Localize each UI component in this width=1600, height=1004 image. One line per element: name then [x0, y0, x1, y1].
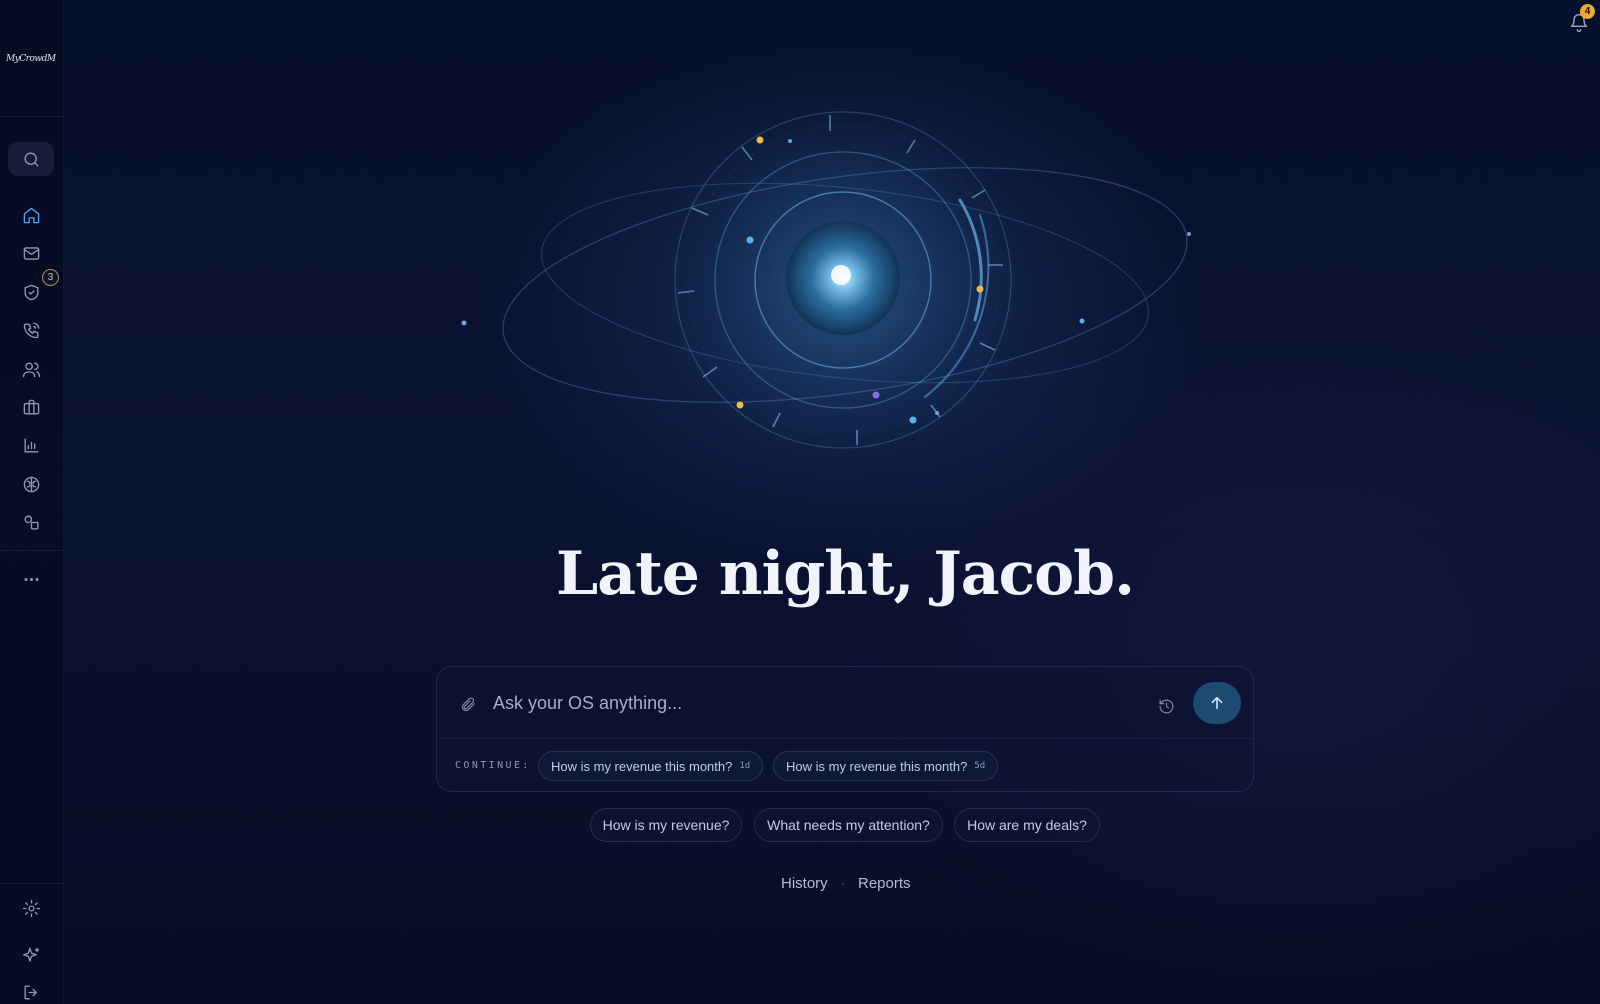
suggestion-revenue[interactable]: How is my revenue? [590, 808, 742, 842]
history-link[interactable]: History [781, 875, 828, 892]
orbit-dot [1187, 232, 1191, 236]
orbit-dot [736, 401, 744, 409]
reports-link[interactable]: Reports [858, 875, 911, 892]
greeting-heading: Late night, Jacob. [556, 539, 1135, 609]
recent-query-text: How is my revenue this month? [551, 758, 733, 774]
brain-icon [23, 476, 39, 492]
orbit-dot [909, 416, 917, 424]
attach-button[interactable] [457, 693, 479, 715]
arrow-up-icon [1211, 696, 1223, 710]
shield-check-icon [23, 284, 39, 300]
footer-separator: · [841, 876, 846, 891]
recent-query-age: 5d [974, 761, 986, 771]
sidebar-item-deals[interactable] [8, 390, 54, 424]
prompt-input[interactable] [493, 687, 1053, 719]
orbit-dot [872, 391, 880, 399]
orbit-dot [788, 139, 792, 143]
history-button[interactable] [1155, 695, 1177, 717]
send-button[interactable] [1193, 682, 1241, 724]
orbit-dot [756, 136, 764, 144]
home-icon [23, 207, 39, 223]
suggestion-deals[interactable]: How are my deals? [954, 808, 1100, 842]
approvals-badge: 3 [42, 269, 59, 286]
sidebar-item-calls[interactable] [8, 313, 54, 347]
sparkles-icon [22, 947, 39, 962]
recent-query-chip[interactable]: How is my revenue this month? 5d [773, 751, 999, 781]
orbit-dot [746, 236, 754, 244]
sidebar-item-contacts[interactable] [8, 352, 54, 386]
sidebar-item-approvals[interactable]: 3 [8, 269, 59, 309]
orb-illustration [461, 95, 1191, 473]
orbit-dot [1079, 318, 1085, 324]
sidebar: MyCrowdMoni 3 [0, 0, 64, 1004]
search-icon [23, 151, 39, 167]
recent-query-age: 1d [739, 761, 751, 771]
briefcase-icon [23, 399, 39, 415]
notification-count-badge: 4 [1580, 4, 1595, 19]
sidebar-divider [0, 550, 64, 551]
continue-label: CONTINUE: [455, 760, 531, 771]
prompt-card: CONTINUE: How is my revenue this month? … [436, 666, 1254, 792]
orbit-dot [461, 320, 467, 326]
notifications-button[interactable]: 4 [1566, 4, 1595, 36]
sidebar-item-logout[interactable] [8, 975, 54, 1004]
sidebar-item-workflows[interactable] [8, 505, 54, 539]
prompt-input-row [437, 667, 1253, 739]
sidebar-item-analytics[interactable] [8, 428, 54, 462]
recent-query-chip[interactable]: How is my revenue this month? 1d [538, 751, 764, 781]
sidebar-item-search[interactable] [8, 142, 54, 176]
suggestion-attention[interactable]: What needs my attention? [754, 808, 943, 842]
sidebar-divider [0, 116, 64, 117]
paperclip-icon [461, 697, 475, 711]
sidebar-item-ai[interactable] [8, 938, 54, 972]
sidebar-item-brain[interactable] [8, 467, 54, 501]
more-horizontal-icon [23, 577, 39, 581]
bar-chart-icon [23, 437, 39, 453]
sidebar-item-more[interactable] [8, 562, 54, 596]
sidebar-divider [0, 883, 64, 884]
mail-icon [23, 246, 39, 260]
app-logo[interactable]: MyCrowdMoni [6, 54, 56, 72]
orbit-dot [976, 285, 984, 293]
orbit-dot [935, 411, 939, 415]
logout-icon [23, 984, 37, 1000]
core-highlight [831, 265, 851, 285]
sidebar-item-inbox[interactable] [8, 236, 54, 270]
sidebar-item-home[interactable] [8, 198, 54, 232]
recent-query-text: How is my revenue this month? [786, 758, 968, 774]
shapes-icon [23, 514, 39, 530]
phone-icon [23, 322, 39, 338]
history-icon [1159, 699, 1173, 713]
gear-icon [22, 899, 40, 917]
sidebar-item-settings[interactable] [8, 891, 54, 925]
users-icon [22, 361, 40, 377]
